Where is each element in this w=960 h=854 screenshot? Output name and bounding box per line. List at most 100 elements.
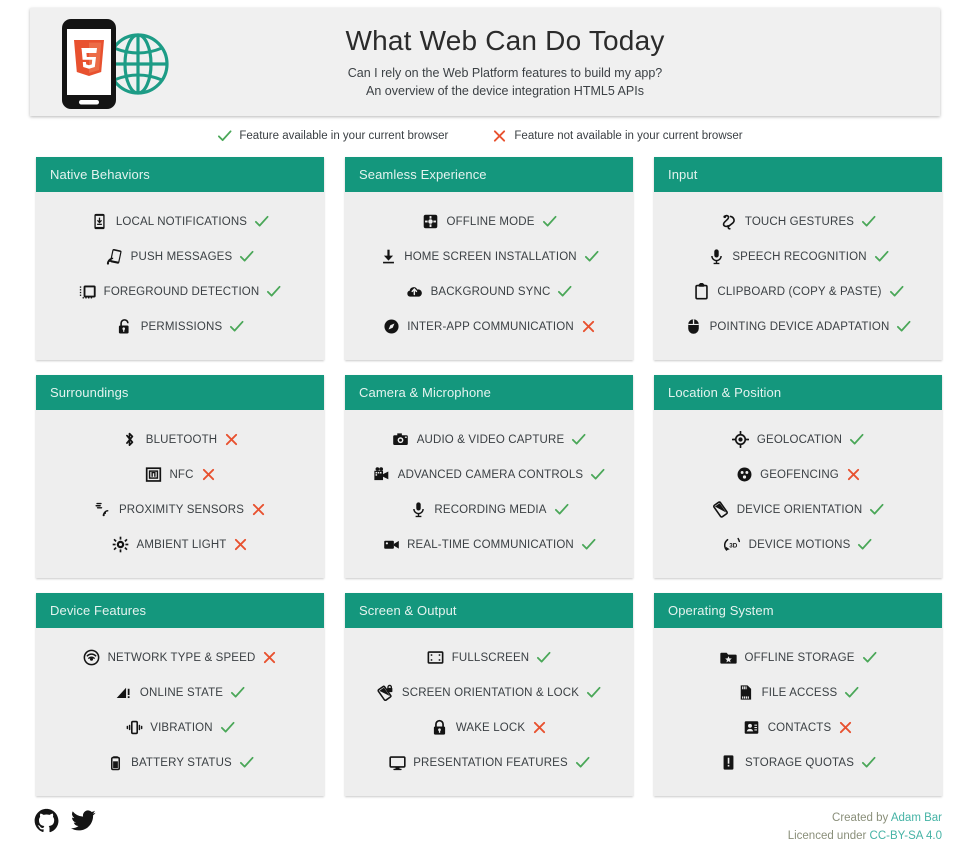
feature-card: Seamless Experience OFFLINE MODE HOME SCRE… xyxy=(345,157,633,360)
battery-icon xyxy=(106,754,124,772)
padlock-closed-icon xyxy=(431,719,449,737)
svg-text:3D: 3D xyxy=(729,542,737,549)
feature-card: Native Behaviors LOCAL NOTIFICATIONS PUSH … xyxy=(36,157,324,360)
github-icon[interactable] xyxy=(34,808,59,838)
feature-item[interactable]: SCREEN ORIENTATION & LOCK xyxy=(377,675,601,710)
feature-item[interactable]: CLIPBOARD (COPY & PASTE) xyxy=(692,274,904,309)
feature-item[interactable]: PERMISSIONS xyxy=(116,309,245,344)
feature-label: BLUETOOTH xyxy=(145,433,218,446)
card-title: Device Features xyxy=(36,593,324,628)
touch-gesture-icon xyxy=(720,213,738,231)
card-title: Operating System xyxy=(654,593,942,628)
feature-label: ONLINE STATE xyxy=(139,686,224,699)
feature-item[interactable]: WAKE LOCK xyxy=(431,710,547,745)
feature-label: PRESENTATION FEATURES xyxy=(413,756,568,769)
feature-item[interactable]: ADVANCED CAMERA CONTROLS xyxy=(373,457,606,492)
footer-author-link[interactable]: Adam Bar xyxy=(891,812,942,824)
footer-licence-prefix: Licenced under xyxy=(787,829,870,842)
check-icon xyxy=(862,650,877,665)
feature-item[interactable]: RECORDING MEDIA xyxy=(409,492,569,527)
feature-label: REAL-TIME COMMUNICATION xyxy=(407,538,574,551)
signal-bars-alert-icon xyxy=(115,684,133,702)
phone-download-icon xyxy=(91,213,109,231)
sun-brightness-icon xyxy=(112,536,130,554)
feature-item[interactable]: 3D DEVICE MOTIONS xyxy=(724,527,873,562)
feature-item[interactable]: AUDIO & VIDEO CAPTURE xyxy=(392,422,587,457)
feature-item[interactable]: DEVICE ORIENTATION xyxy=(712,492,885,527)
feature-item[interactable]: OFFLINE STORAGE xyxy=(719,640,876,675)
card-feature-list: NETWORK TYPE & SPEED ONLINE STATE VIBRATIO… xyxy=(36,628,324,796)
check-icon xyxy=(239,755,254,770)
check-icon xyxy=(584,249,599,264)
feature-item[interactable]: HOME SCREEN INSTALLATION xyxy=(379,239,599,274)
feature-item[interactable]: REAL-TIME COMMUNICATION xyxy=(382,527,596,562)
check-icon xyxy=(575,755,590,770)
feature-label: STORAGE QUOTAS xyxy=(744,756,855,769)
proximity-waves-icon xyxy=(94,501,112,519)
feature-item[interactable]: TOUCH GESTURES xyxy=(720,204,876,239)
video-camera-icon xyxy=(382,536,400,554)
check-icon xyxy=(869,502,884,517)
feature-item[interactable]: FOREGROUND DETECTION xyxy=(79,274,282,309)
feature-label: FILE ACCESS xyxy=(761,686,838,699)
card-title: Seamless Experience xyxy=(345,157,633,192)
feature-item[interactable]: BATTERY STATUS xyxy=(106,745,254,780)
feature-label: OFFLINE STORAGE xyxy=(744,651,855,664)
legend: Feature available in your current browse… xyxy=(0,128,960,143)
cross-icon xyxy=(581,319,596,334)
feature-item[interactable]: STORAGE QUOTAS xyxy=(720,745,876,780)
feature-card: Screen & Output FULLSCREEN SCREEN ORIENTAT… xyxy=(345,593,633,796)
header-text-block: What Web Can Do Today Can I rely on the … xyxy=(305,24,664,100)
feature-label: AUDIO & VIDEO CAPTURE xyxy=(416,433,565,446)
feature-label: BACKGROUND SYNC xyxy=(430,285,551,298)
feature-item[interactable]: BLUETOOTH xyxy=(121,422,239,457)
feature-label: CLIPBOARD (COPY & PASTE) xyxy=(717,285,882,298)
feature-item[interactable]: SPEECH RECOGNITION xyxy=(707,239,889,274)
mouse-icon xyxy=(685,318,703,336)
bluetooth-icon xyxy=(121,431,139,449)
footer-licence-link[interactable]: CC-BY-SA 4.0 xyxy=(870,830,942,842)
feature-item[interactable]: AMBIENT LIGHT xyxy=(112,527,249,562)
feature-item[interactable]: PRESENTATION FEATURES xyxy=(388,745,590,780)
feature-card: Operating System OFFLINE STORAGE FILE ACCE… xyxy=(654,593,942,796)
network-signal-icon xyxy=(83,649,101,667)
check-icon xyxy=(586,685,601,700)
legend-available-label: Feature available in your current browse… xyxy=(239,129,449,142)
memory-card-icon xyxy=(737,684,755,702)
feature-item[interactable]: GEOLOCATION xyxy=(732,422,864,457)
feature-card: Location & Position GEOLOCATION GEOFENCING… xyxy=(654,375,942,578)
check-icon xyxy=(896,319,911,334)
check-icon xyxy=(844,685,859,700)
twitter-icon[interactable] xyxy=(71,808,96,838)
html5-phone-globe-logo-icon xyxy=(52,16,172,112)
feature-item[interactable]: GEOFENCING xyxy=(735,457,861,492)
feature-item[interactable]: LOCAL NOTIFICATIONS xyxy=(91,204,269,239)
nfc-icon xyxy=(144,466,162,484)
check-icon xyxy=(849,432,864,447)
feature-label: NFC xyxy=(169,468,194,481)
feature-item[interactable]: POINTING DEVICE ADAPTATION xyxy=(685,309,912,344)
feature-item[interactable]: FULLSCREEN xyxy=(427,640,552,675)
feature-label: PERMISSIONS xyxy=(140,320,223,333)
feature-item[interactable]: NFC xyxy=(144,457,215,492)
storage-alert-icon xyxy=(720,754,738,772)
feature-label: GEOFENCING xyxy=(760,468,839,481)
feature-item[interactable]: INTER-APP COMMUNICATION xyxy=(382,309,596,344)
check-icon xyxy=(861,755,876,770)
check-icon xyxy=(889,284,904,299)
feature-item[interactable]: FILE ACCESS xyxy=(737,675,860,710)
feature-item[interactable]: BACKGROUND SYNC xyxy=(406,274,573,309)
crosshair-target-icon xyxy=(732,431,750,449)
feature-item[interactable]: NETWORK TYPE & SPEED xyxy=(83,640,278,675)
monitor-icon xyxy=(388,754,406,772)
feature-item[interactable]: VIBRATION xyxy=(125,710,235,745)
check-icon xyxy=(217,128,232,143)
feature-label: DEVICE ORIENTATION xyxy=(736,503,863,516)
feature-item[interactable]: OFFLINE MODE xyxy=(421,204,557,239)
feature-item[interactable]: PROXIMITY SENSORS xyxy=(94,492,266,527)
feature-item[interactable]: ONLINE STATE xyxy=(115,675,245,710)
feature-label: SCREEN ORIENTATION & LOCK xyxy=(401,686,580,699)
feature-item[interactable]: PUSH MESSAGES xyxy=(106,239,255,274)
cross-icon xyxy=(251,502,266,517)
feature-item[interactable]: CONTACTS xyxy=(743,710,854,745)
